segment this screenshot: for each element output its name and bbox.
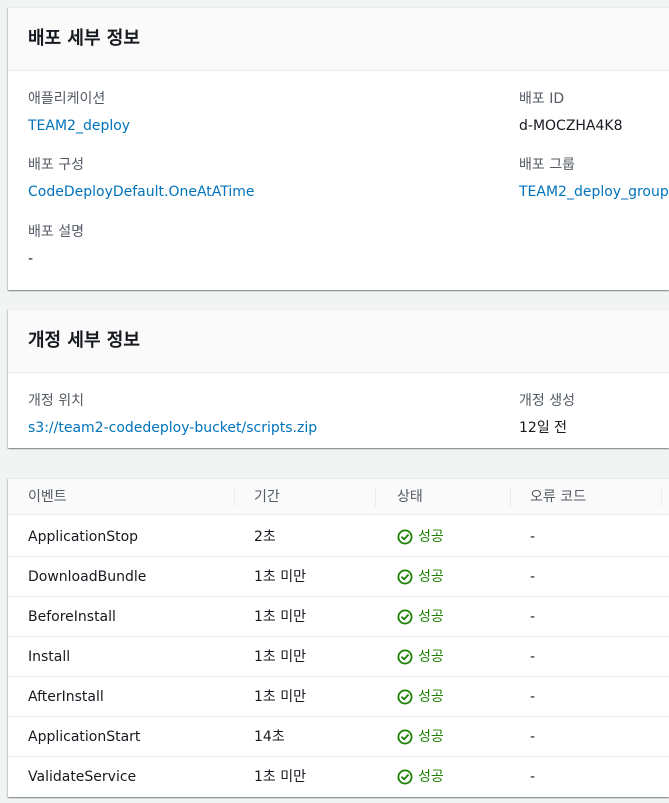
event-name: ApplicationStart <box>28 729 141 745</box>
deployment-description-value: - <box>28 251 34 267</box>
column-divider[interactable] <box>234 487 235 507</box>
application-label: 애플리케이션 <box>28 91 106 107</box>
event-status-text: 성공 <box>418 729 444 745</box>
event-status-text: 성공 <box>418 649 444 665</box>
revision-created-label: 개정 생성 <box>519 393 575 409</box>
revision-location-label: 개정 위치 <box>28 393 84 409</box>
event-duration: 14초 <box>254 729 285 745</box>
deployment-description-label: 배포 설명 <box>28 224 84 240</box>
event-duration: 1초 미만 <box>254 609 306 625</box>
event-error-code: - <box>530 729 536 745</box>
column-divider[interactable] <box>661 487 662 507</box>
column-header-duration[interactable]: 기간 <box>254 479 280 515</box>
events-table-header: 이벤트 기간 상태 오류 코드 <box>8 479 669 515</box>
revision-created-value: 12일 전 <box>519 420 568 436</box>
column-header-error-code[interactable]: 오류 코드 <box>530 479 586 515</box>
deployment-id-field: 배포 ID d-MOCZHA4K8 <box>519 89 623 136</box>
event-error-code: - <box>530 689 536 705</box>
deployment-group-link[interactable]: TEAM2_deploy_group <box>519 184 669 200</box>
event-error-code: - <box>530 769 536 785</box>
event-status: 성공 <box>397 677 444 717</box>
deployment-config-label: 배포 구성 <box>28 157 84 173</box>
application-field: 애플리케이션 TEAM2_deploy <box>28 89 130 136</box>
event-duration: 1초 미만 <box>254 569 306 585</box>
deployment-details-title: 배포 세부 정보 <box>28 28 140 49</box>
column-header-status[interactable]: 상태 <box>397 479 423 515</box>
event-name: Install <box>28 649 71 665</box>
deployment-details-header: 배포 세부 정보 <box>8 8 669 71</box>
application-link[interactable]: TEAM2_deploy <box>28 118 130 134</box>
revision-details-header: 개정 세부 정보 <box>8 310 669 373</box>
table-row: Install 1초 미만 성공 - <box>8 637 669 677</box>
event-status: 성공 <box>397 517 444 557</box>
revision-created-field: 개정 생성 12일 전 <box>519 391 575 438</box>
column-divider[interactable] <box>375 487 376 507</box>
event-name: AfterInstall <box>28 689 104 705</box>
event-status: 성공 <box>397 557 444 597</box>
revision-details-panel: 개정 세부 정보 개정 위치 s3://team2-codedeploy-buc… <box>8 309 669 448</box>
event-duration: 1초 미만 <box>254 649 306 665</box>
event-error-code: - <box>530 529 536 545</box>
event-name: ApplicationStop <box>28 529 139 545</box>
revision-location-link[interactable]: s3://team2-codedeploy-bucket/scripts.zip <box>28 420 317 436</box>
table-row: ApplicationStop 2초 성공 - <box>8 517 669 557</box>
events-table-panel: 이벤트 기간 상태 오류 코드 ApplicationStop 2초 성공 - Down… <box>8 478 669 797</box>
deployment-config-field: 배포 구성 CodeDeployDefault.OneAtATime <box>28 155 255 202</box>
event-status-text: 성공 <box>418 529 444 545</box>
check-circle-icon <box>397 609 413 625</box>
event-error-code: - <box>530 609 536 625</box>
event-status: 성공 <box>397 637 444 677</box>
event-duration: 1초 미만 <box>254 689 306 705</box>
deployment-id-label: 배포 ID <box>519 91 565 107</box>
deployment-group-label: 배포 그룹 <box>519 157 575 173</box>
event-name: ValidateService <box>28 769 137 785</box>
check-circle-icon <box>397 649 413 665</box>
event-status: 성공 <box>397 717 444 757</box>
event-duration: 2초 <box>254 529 276 545</box>
deployment-description-field: 배포 설명 - <box>28 222 84 269</box>
event-name: DownloadBundle <box>28 569 147 585</box>
check-circle-icon <box>397 729 413 745</box>
deployment-config-link[interactable]: CodeDeployDefault.OneAtATime <box>28 184 255 200</box>
column-divider[interactable] <box>510 487 511 507</box>
table-row: BeforeInstall 1초 미만 성공 - <box>8 597 669 637</box>
revision-details-title: 개정 세부 정보 <box>28 330 140 351</box>
table-row: ValidateService 1초 미만 성공 - <box>8 757 669 797</box>
table-row: DownloadBundle 1초 미만 성공 - <box>8 557 669 597</box>
check-circle-icon <box>397 689 413 705</box>
check-circle-icon <box>397 529 413 545</box>
event-status-text: 성공 <box>418 769 444 785</box>
check-circle-icon <box>397 569 413 585</box>
deployment-details-panel: 배포 세부 정보 애플리케이션 TEAM2_deploy 배포 ID d-MOC… <box>8 7 669 290</box>
event-name: BeforeInstall <box>28 609 116 625</box>
deployment-id-value: d-MOCZHA4K8 <box>519 118 623 134</box>
event-status: 성공 <box>397 757 444 797</box>
event-status-text: 성공 <box>418 609 444 625</box>
event-error-code: - <box>530 569 536 585</box>
event-status-text: 성공 <box>418 689 444 705</box>
deployment-group-field: 배포 그룹 TEAM2_deploy_group <box>519 155 669 202</box>
event-status: 성공 <box>397 597 444 637</box>
revision-location-field: 개정 위치 s3://team2-codedeploy-bucket/scrip… <box>28 391 317 438</box>
event-error-code: - <box>530 649 536 665</box>
column-header-event[interactable]: 이벤트 <box>28 479 67 515</box>
check-circle-icon <box>397 769 413 785</box>
event-status-text: 성공 <box>418 569 444 585</box>
table-row: AfterInstall 1초 미만 성공 - <box>8 677 669 717</box>
table-row: ApplicationStart 14초 성공 - <box>8 717 669 757</box>
event-duration: 1초 미만 <box>254 769 306 785</box>
